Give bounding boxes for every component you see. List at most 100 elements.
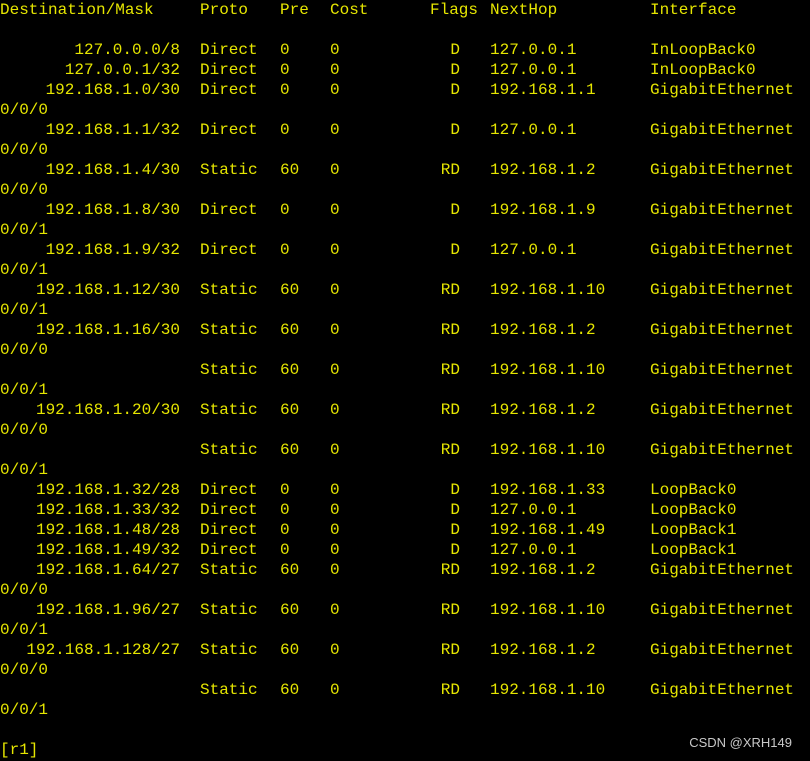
interface-number: 0/0/1 [0,381,49,399]
interface-number: 0/0/1 [0,701,49,719]
route-proto: Static [200,361,258,379]
route-nexthop: 192.168.1.2 [490,561,596,579]
interface-wrap-line: 0/0/0 [0,180,810,200]
route-interface: GigabitEthernet [650,161,795,179]
route-row: 192.168.1.16/30 Static 60 0 RD 192.168.1.2 Gig… [0,320,810,340]
route-interface: GigabitEthernet [650,561,795,579]
route-destination: 192.168.1.32/28 [35,481,180,499]
route-nexthop: 127.0.0.1 [490,241,577,259]
interface-number: 0/0/1 [0,301,49,319]
route-proto: Direct [200,241,258,259]
route-proto: Direct [200,501,258,519]
route-cost: 0 [330,501,340,519]
route-cost: 0 [330,41,340,59]
interface-number: 0/0/0 [0,421,49,439]
route-proto: Direct [200,481,258,499]
route-destination: 192.168.1.20/30 [35,401,180,419]
route-preference: 0 [280,521,290,539]
route-destination: 192.168.1.4/30 [45,161,180,179]
header-nexthop: NextHop [490,1,558,19]
route-flags: D [450,541,460,559]
route-flags: D [450,521,460,539]
route-nexthop: 127.0.0.1 [490,121,577,139]
command-prompt[interactable]: [r1] [0,740,38,760]
route-cost: 0 [330,481,340,499]
route-proto: Static [200,561,258,579]
route-proto: Static [200,641,258,659]
route-nexthop: 192.168.1.10 [490,441,606,459]
route-cost: 0 [330,541,340,559]
route-cost: 0 [330,281,340,299]
route-interface: InLoopBack0 [650,41,756,59]
route-destination: 192.168.1.1/32 [45,121,180,139]
route-proto: Direct [200,41,258,59]
route-interface: InLoopBack0 [650,61,756,79]
interface-number: 0/0/0 [0,581,49,599]
route-preference: 0 [280,201,290,219]
route-row: 192.168.1.48/28 Direct 0 0 D 192.168.1.49 Loop… [0,520,810,540]
route-flags: D [450,481,460,499]
route-nexthop: 192.168.1.49 [490,521,606,539]
route-cost: 0 [330,561,340,579]
route-interface: LoopBack0 [650,481,737,499]
route-proto: Direct [200,121,258,139]
route-row: Static 60 0 RD 192.168.1.10 GigabitEthernet [0,440,810,460]
route-interface: GigabitEthernet [650,401,795,419]
header-destination: Destination/Mask [0,1,154,19]
route-preference: 0 [280,61,290,79]
route-preference: 0 [280,501,290,519]
route-row: 192.168.1.4/30 Static 60 0 RD 192.168.1.2 Giga… [0,160,810,180]
route-preference: 60 [280,441,300,459]
route-flags: RD [440,401,460,419]
route-cost: 0 [330,641,340,659]
route-flags: D [450,501,460,519]
route-nexthop: 192.168.1.1 [490,81,596,99]
route-flags: RD [440,281,460,299]
route-proto: Static [200,601,258,619]
route-nexthop: 192.168.1.33 [490,481,606,499]
routing-table-body: 127.0.0.0/8 Direct 0 0 D 127.0.0.1 InLoopBack0… [0,20,810,740]
route-destination: 192.168.1.48/28 [35,521,180,539]
route-destination: 192.168.1.64/27 [35,561,180,579]
route-preference: 0 [280,541,290,559]
route-flags: RD [440,321,460,339]
interface-wrap-line: 0/0/0 [0,140,810,160]
route-nexthop: 127.0.0.1 [490,541,577,559]
interface-wrap-line: 0/0/0 [0,580,810,600]
route-flags: D [450,41,460,59]
route-proto: Static [200,441,258,459]
route-nexthop: 192.168.1.9 [490,201,596,219]
route-preference: 0 [280,41,290,59]
route-preference: 60 [280,281,300,299]
route-preference: 60 [280,641,300,659]
route-flags: D [450,81,460,99]
route-flags: RD [440,641,460,659]
route-destination: 192.168.1.8/30 [45,201,180,219]
interface-wrap-line: 0/0/1 [0,700,810,720]
route-preference: 60 [280,561,300,579]
route-preference: 60 [280,681,300,699]
route-destination: 192.168.1.12/30 [35,281,180,299]
watermark: CSDN @XRH149 [689,735,792,750]
route-interface: LoopBack1 [650,541,737,559]
interface-wrap-line: 0/0/0 [0,340,810,360]
route-cost: 0 [330,81,340,99]
route-interface: GigabitEthernet [650,121,795,139]
route-proto: Direct [200,81,258,99]
interface-wrap-line: 0/0/0 [0,660,810,680]
route-destination: 192.168.1.16/30 [35,321,180,339]
route-row: 192.168.1.33/32 Direct 0 0 D 127.0.0.1 LoopBac… [0,500,810,520]
route-cost: 0 [330,161,340,179]
route-flags: RD [440,601,460,619]
interface-number: 0/0/0 [0,661,49,679]
header-proto: Proto [200,1,249,19]
route-nexthop: 192.168.1.2 [490,321,596,339]
route-nexthop: 192.168.1.10 [490,281,606,299]
route-proto: Direct [200,521,258,539]
route-preference: 0 [280,121,290,139]
terminal-window[interactable]: Destination/Mask Proto Pre Cost Flags Ne… [0,0,810,761]
route-destination: 192.168.1.96/27 [35,601,180,619]
route-proto: Static [200,281,258,299]
route-row: 192.168.1.0/30 Direct 0 0 D 192.168.1.1 Gigabi… [0,80,810,100]
route-interface: GigabitEthernet [650,441,795,459]
